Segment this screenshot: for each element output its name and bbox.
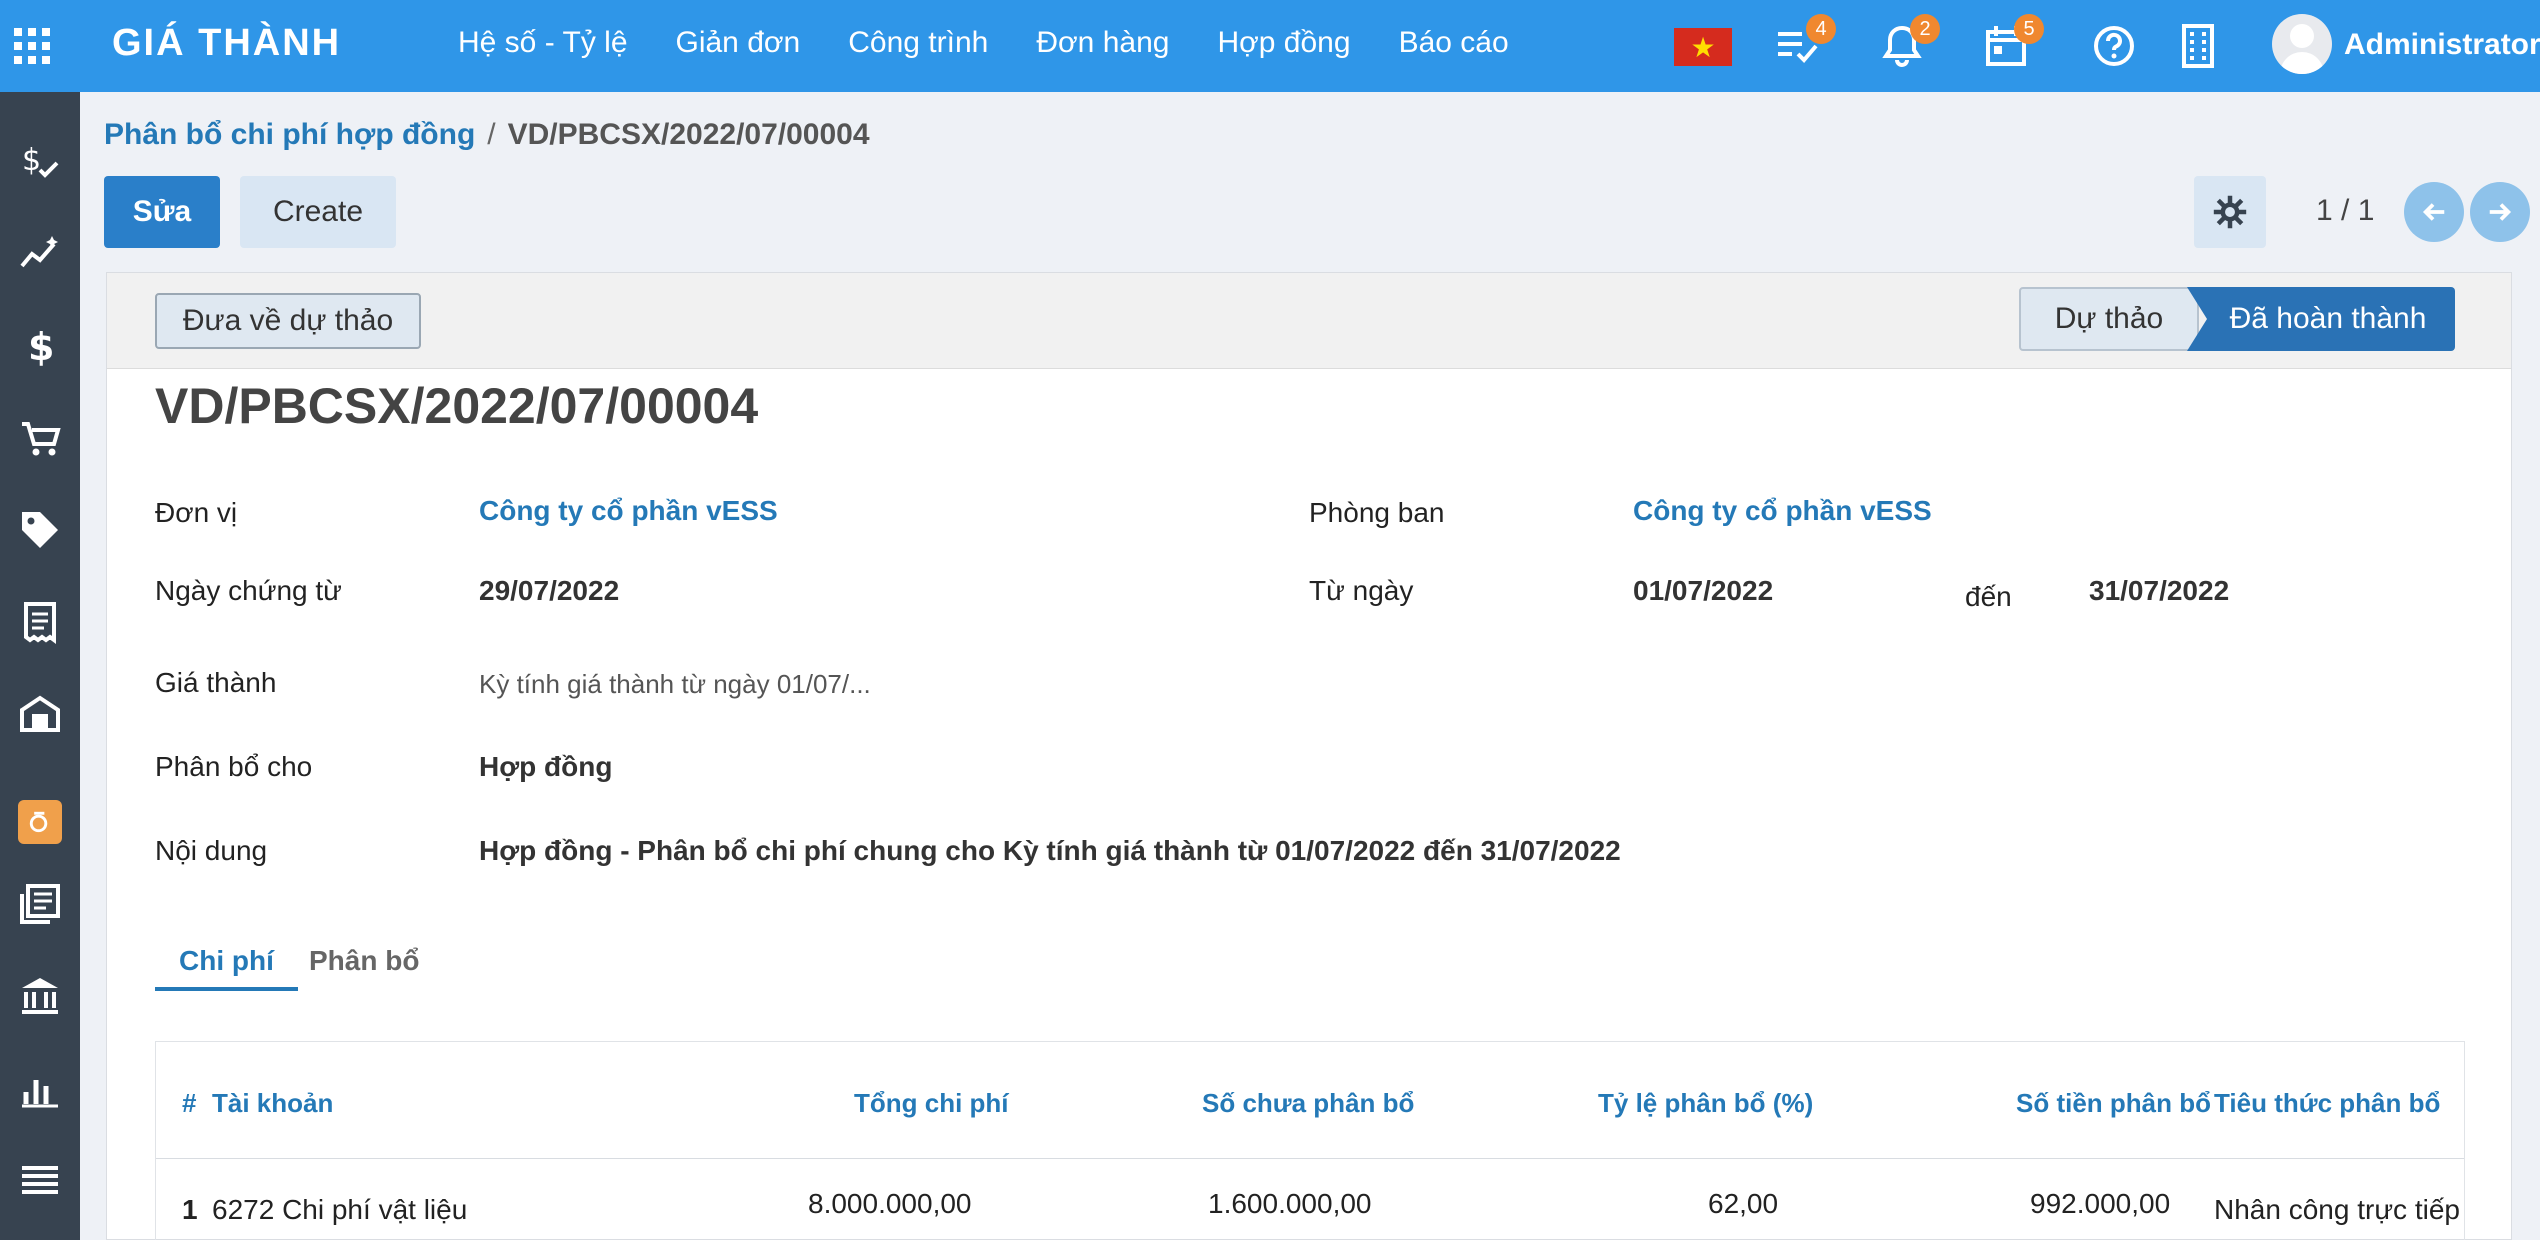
notebook-tabs: Chi phí Phân bổ [155, 931, 2465, 995]
activities-icon[interactable]: 4 [1774, 14, 1836, 70]
pager-next-button[interactable] [2470, 182, 2530, 242]
main-menu: Hệ số - Tỷ lệ Giản đơn Công trình Đơn hà… [458, 26, 1557, 60]
sidebar-tag-icon[interactable] [14, 504, 66, 556]
sidebar-journal-icon[interactable] [14, 878, 66, 930]
ngay-chung-tu-value: 29/07/2022 [479, 575, 620, 606]
document-title: VD/PBCSX/2022/07/00004 [155, 378, 759, 434]
user-avatar[interactable] [2272, 14, 2332, 74]
pager-previous-button[interactable] [2404, 182, 2464, 242]
create-button[interactable]: Create [240, 176, 396, 248]
row-1-criteria[interactable]: Nhân công trực tiếp [2214, 1194, 2460, 1226]
company-building-icon[interactable] [2174, 22, 2222, 70]
den-ngay-value: 31/07/2022 [2089, 575, 2230, 606]
row-1-ratio[interactable]: 62,00 [1708, 1188, 1778, 1220]
menu-he-so-ty-le[interactable]: Hệ số - Tỷ lệ [458, 26, 628, 60]
action-gear-button[interactable] [2194, 176, 2266, 248]
col-account-header[interactable]: Tài khoản [212, 1088, 333, 1119]
menu-cong-trinh[interactable]: Công trình [848, 26, 988, 60]
calendar-icon[interactable]: 5 [1982, 14, 2044, 70]
sidebar-bank-icon[interactable] [14, 970, 66, 1022]
gia-thanh-label: Giá thành [155, 667, 277, 698]
menu-hop-dong[interactable]: Hợp đồng [1217, 26, 1350, 60]
col-criteria-header[interactable]: Tiêu thức phân bổ [2214, 1088, 2440, 1119]
arrow-left-icon [2422, 203, 2445, 221]
sidebar-analytics-icon[interactable] [14, 228, 66, 280]
sidebar-receipt-icon[interactable] [14, 596, 66, 648]
col-allocated-header[interactable]: Số tiền phân bổ [2016, 1088, 2211, 1119]
tab-phan-bo[interactable]: Phân bổ [285, 931, 443, 991]
row-1-allocated[interactable]: 992.000,00 [2030, 1188, 2170, 1220]
col-ratio-header[interactable]: Tỷ lệ phân bổ (%) [1598, 1088, 1813, 1119]
col-index-header: # [182, 1088, 197, 1118]
vietnam-flag-icon[interactable]: ★ [1674, 28, 1732, 66]
breadcrumb-current: VD/PBCSX/2022/07/00004 [507, 118, 870, 151]
user-name[interactable]: Administrator [2344, 28, 2540, 62]
tu-ngay-value: 01/07/2022 [1633, 575, 1774, 606]
sidebar-warehouse-icon[interactable] [14, 688, 66, 740]
row-1-total[interactable]: 8.000.000,00 [808, 1188, 972, 1220]
left-sidebar: $ $ [0, 92, 80, 1240]
arrow-right-icon [2489, 203, 2512, 221]
menu-bao-cao[interactable]: Báo cáo [1399, 26, 1509, 60]
phan-bo-cho-value: Hợp đồng [479, 751, 613, 782]
sidebar-dollar-icon[interactable]: $ [14, 320, 66, 372]
svg-text:$: $ [22, 143, 41, 178]
ngay-chung-tu-label: Ngày chứng từ [155, 575, 342, 606]
menu-gian-don[interactable]: Giản đơn [676, 26, 801, 60]
noi-dung-value: Hợp đồng - Phân bổ chi phí chung cho Kỳ … [479, 835, 1621, 866]
den-label: đến [1965, 581, 2012, 612]
phong-ban-label: Phòng ban [1309, 497, 1445, 528]
pager-counter: 1 / 1 [2316, 194, 2375, 227]
col-unallocated-header[interactable]: Số chưa phân bổ [1202, 1088, 1414, 1119]
don-vi-value[interactable]: Công ty cổ phần vESS [479, 495, 778, 527]
row-1-index: 1 [182, 1194, 198, 1225]
row-1-unallocated[interactable]: 1.600.000,00 [1208, 1188, 1372, 1220]
phong-ban-value[interactable]: Công ty cổ phần vESS [1633, 495, 1932, 527]
notifications-bell-icon[interactable]: 2 [1878, 14, 1940, 70]
table-header-divider [156, 1158, 2464, 1159]
stage-draft[interactable]: Dự thảo [2019, 287, 2199, 351]
tu-ngay-label: Từ ngày [1309, 575, 1414, 606]
sidebar-cost-check-icon[interactable]: $ [14, 136, 66, 188]
don-vi-label: Đơn vị [155, 497, 238, 528]
apps-menu-icon[interactable] [14, 28, 50, 64]
phan-bo-cho-label: Phân bổ cho [155, 751, 313, 782]
noi-dung-label: Nội dung [155, 835, 268, 866]
tab-chi-phi[interactable]: Chi phí [155, 931, 298, 991]
row-1-account[interactable]: 6272 Chi phí vật liệu [212, 1194, 467, 1226]
help-icon[interactable] [2090, 22, 2138, 70]
breadcrumb-parent-link[interactable]: Phân bổ chi phí hợp đồng [104, 118, 475, 151]
edit-button[interactable]: Sửa [104, 176, 220, 248]
app-brand[interactable]: GIÁ THÀNH [112, 22, 341, 65]
reset-to-draft-button[interactable]: Đưa về dự thảo [155, 293, 421, 349]
svg-text:$: $ [28, 325, 54, 368]
sidebar-cart-icon[interactable] [14, 412, 66, 464]
activities-badge: 4 [1806, 14, 1836, 44]
notifications-badge: 2 [1910, 14, 1940, 44]
sidebar-cost-price-app-icon[interactable] [18, 800, 62, 844]
stage-completed[interactable]: Đã hoàn thành [2187, 287, 2455, 351]
menu-don-hang[interactable]: Đơn hàng [1036, 26, 1169, 60]
gia-thanh-value[interactable]: Kỳ tính giá thành từ ngày 01/07/... [479, 669, 871, 700]
top-navbar: GIÁ THÀNH Hệ số - Tỷ lệ Giản đơn Công tr… [0, 0, 2540, 92]
sidebar-list-icon[interactable] [14, 1154, 66, 1206]
cost-table: # Tài khoản Tổng chi phí Số chưa phân bổ… [155, 1041, 2465, 1240]
form-sheet: Đưa về dự thảo Dự thảo Đã hoàn thành VD/… [106, 272, 2512, 1240]
breadcrumb-separator: / [487, 118, 496, 151]
breadcrumb: Phân bổ chi phí hợp đồng / VD/PBCSX/2022/0… [104, 118, 870, 152]
calendar-badge: 5 [2014, 14, 2044, 44]
form-statusbar: Đưa về dự thảo Dự thảo Đã hoàn thành [107, 273, 2511, 369]
gear-icon [2213, 195, 2247, 229]
col-total-header[interactable]: Tổng chi phí [854, 1088, 1009, 1119]
sidebar-report-chart-icon[interactable] [14, 1062, 66, 1114]
